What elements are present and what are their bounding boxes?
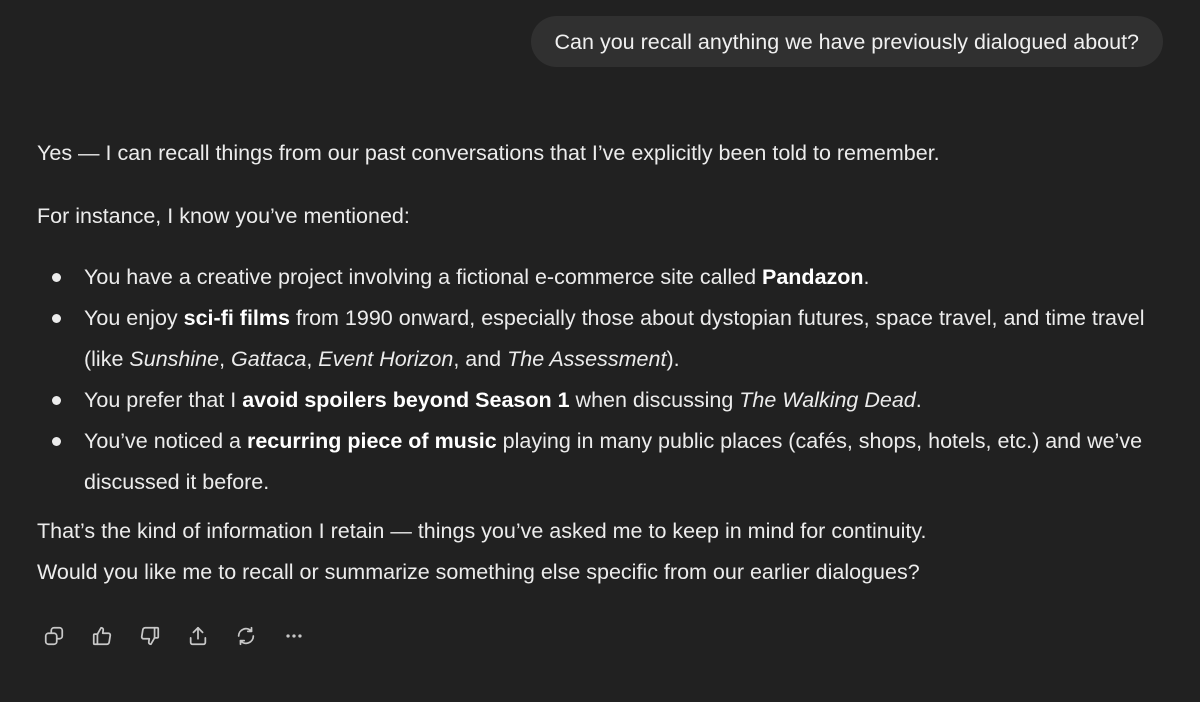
copy-icon [44, 626, 64, 646]
memory-list: You have a creative project involving a … [37, 257, 1177, 503]
list-item-text: . [915, 388, 922, 412]
film-title: The Assessment [507, 347, 667, 371]
list-item-text: ). [666, 347, 680, 371]
show-title: The Walking Dead [739, 388, 916, 412]
list-item-text: You enjoy [84, 306, 184, 330]
list-item-bold: sci-fi films [183, 306, 290, 330]
list-item-bold: avoid spoilers beyond Season 1 [242, 388, 570, 412]
user-message-bubble: Can you recall anything we have previous… [530, 16, 1163, 67]
bullet-dot [52, 437, 61, 446]
list-item-text: , [219, 347, 232, 371]
list-item-text: You have a creative project involving a … [84, 265, 762, 289]
list-item: You’ve noticed a recurring piece of musi… [37, 421, 1177, 503]
good-response-button[interactable] [84, 620, 120, 652]
list-item-text: when discussing [569, 388, 740, 412]
share-button[interactable] [180, 620, 216, 652]
list-item-bold: recurring piece of music [246, 429, 497, 453]
more-options-button[interactable] [276, 620, 312, 652]
regenerate-button[interactable] [228, 620, 264, 652]
reply-closing: That’s the kind of information I retain … [37, 519, 927, 543]
chat-page: Can you recall anything we have previous… [0, 0, 1200, 702]
list-item-text: , and [453, 347, 508, 371]
film-title: Gattaca [231, 347, 307, 371]
list-item-bold: Pandazon [762, 265, 864, 289]
list-item: You enjoy sci-fi films from 1990 onward,… [37, 298, 1177, 380]
assistant-reply: Yes — I can recall things from our past … [37, 133, 1177, 593]
thumbs-down-icon [140, 626, 160, 646]
reply-lead: For instance, I know you’ve mentioned: [37, 204, 410, 228]
share-icon [189, 626, 207, 646]
bullet-dot [52, 273, 61, 282]
film-title: Sunshine [129, 347, 220, 371]
reply-intro: Yes — I can recall things from our past … [37, 141, 940, 165]
message-actions [36, 620, 312, 652]
film-title: Event Horizon [318, 347, 454, 371]
bad-response-button[interactable] [132, 620, 168, 652]
list-item: You prefer that I avoid spoilers beyond … [37, 380, 1177, 421]
list-item: You have a creative project involving a … [37, 257, 1177, 298]
copy-button[interactable] [36, 620, 72, 652]
list-item-text: . [863, 265, 870, 289]
list-item-text: , [306, 347, 319, 371]
bullet-dot [52, 314, 61, 323]
reply-question: Would you like me to recall or summarize… [37, 560, 920, 584]
bullet-dot [52, 396, 61, 405]
more-icon [286, 634, 302, 638]
regenerate-icon [237, 626, 255, 646]
list-item-text: You prefer that I [84, 388, 243, 412]
list-item-text: You’ve noticed a [84, 429, 247, 453]
user-message-text: Can you recall anything we have previous… [554, 30, 1139, 54]
thumbs-up-icon [92, 626, 112, 646]
